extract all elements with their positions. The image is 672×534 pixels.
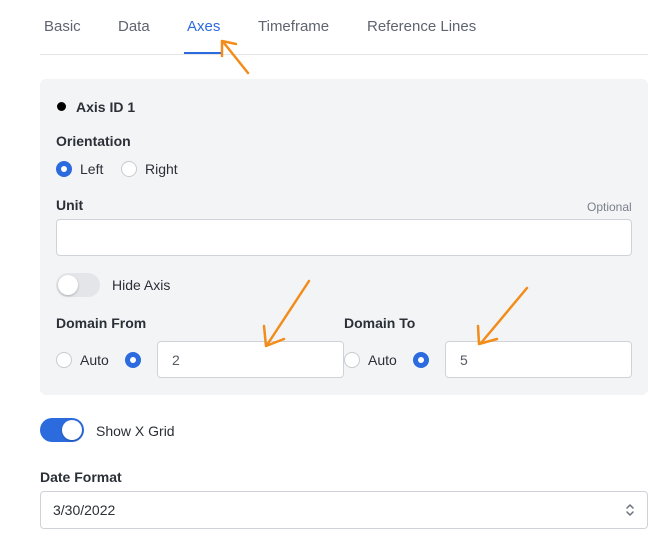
unit-optional-hint: Optional (587, 200, 632, 214)
domain-from-auto-radio[interactable] (56, 352, 72, 368)
unit-label: Unit (56, 197, 84, 213)
tab-axes[interactable]: Axes (187, 18, 220, 35)
domain-to-input[interactable]: 5 (445, 341, 632, 378)
domain-from-label: Domain From (56, 315, 147, 331)
tab-bar: Basic Data Axes Timeframe Reference Line… (40, 0, 648, 55)
date-format-select[interactable]: 3/30/2022 (40, 491, 648, 529)
orientation-left-label[interactable]: Left (80, 161, 103, 177)
hide-axis-toggle[interactable] (56, 273, 100, 297)
active-tab-indicator (184, 52, 222, 54)
tab-data[interactable]: Data (118, 18, 150, 35)
domain-from-input[interactable]: 2 (157, 341, 344, 378)
axis-panel: Axis ID 1 Orientation Left Right Unit Op… (40, 79, 648, 395)
orientation-left-radio[interactable] (56, 161, 72, 177)
domain-to-auto-radio[interactable] (344, 352, 360, 368)
tab-reference-lines[interactable]: Reference Lines (367, 18, 476, 35)
tab-timeframe[interactable]: Timeframe (258, 18, 329, 35)
domain-to-auto-label[interactable]: Auto (368, 352, 397, 368)
domain-from-auto-label[interactable]: Auto (80, 352, 109, 368)
date-format-value: 3/30/2022 (53, 502, 116, 518)
axis-title: Axis ID 1 (76, 99, 136, 115)
orientation-right-label[interactable]: Right (145, 161, 178, 177)
chevron-up-down-icon (626, 504, 634, 516)
domain-from-custom-radio[interactable] (125, 352, 141, 368)
orientation-right-radio[interactable] (121, 161, 137, 177)
tab-basic[interactable]: Basic (44, 18, 81, 35)
unit-input[interactable] (56, 219, 632, 256)
show-x-grid-toggle-knob (62, 420, 82, 440)
hide-axis-label: Hide Axis (112, 277, 171, 293)
hide-axis-toggle-knob (58, 275, 78, 295)
show-x-grid-toggle[interactable] (40, 418, 84, 442)
domain-to-custom-radio[interactable] (413, 352, 429, 368)
date-format-label: Date Format (40, 469, 122, 485)
axis-bullet-icon (57, 102, 66, 111)
show-x-grid-label: Show X Grid (96, 423, 175, 439)
orientation-label: Orientation (56, 133, 131, 149)
domain-to-label: Domain To (344, 315, 416, 331)
